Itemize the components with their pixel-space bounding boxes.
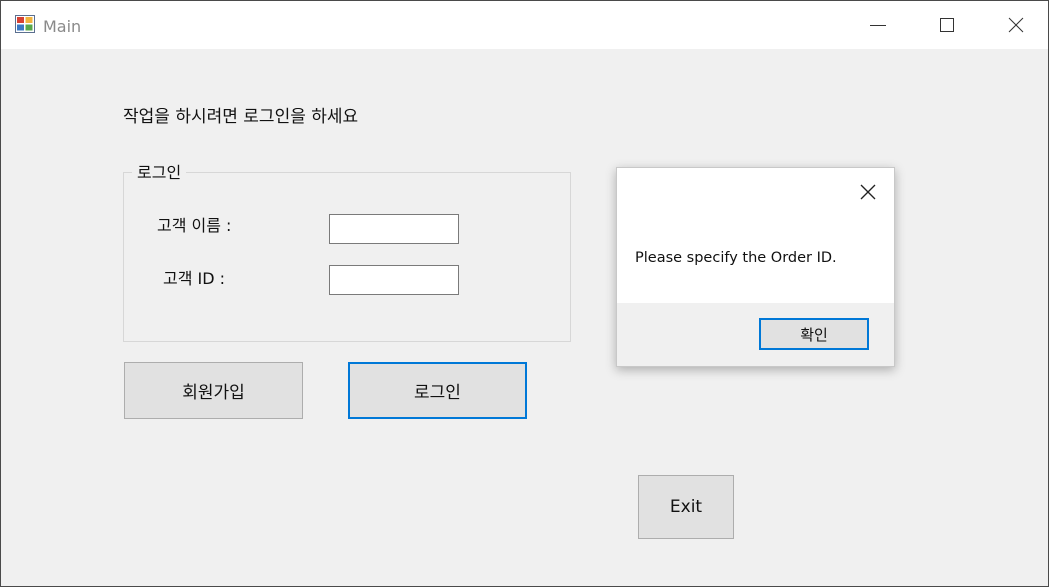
login-groupbox: [123, 172, 571, 342]
exit-button[interactable]: Exit: [638, 475, 734, 539]
main-window: Main 작업을 하시려면 로그인을 하세요 로그인 고객 이름 : 고객 ID…: [0, 0, 1049, 587]
customer-name-input[interactable]: [329, 214, 459, 244]
message-dialog: Please specify the Order ID. 확인: [616, 167, 895, 367]
close-button[interactable]: [981, 1, 1048, 49]
app-icon: [15, 15, 35, 33]
login-group-title: 로그인: [132, 159, 187, 183]
close-icon: [1008, 17, 1024, 33]
minimize-icon: [870, 25, 886, 26]
login-button[interactable]: 로그인: [348, 362, 527, 419]
minimize-button[interactable]: [843, 1, 913, 49]
window-title: Main: [43, 17, 82, 36]
maximize-button[interactable]: [912, 1, 982, 49]
dialog-footer: 확인: [617, 303, 894, 366]
customer-id-label: 고객 ID :: [163, 269, 226, 288]
customer-name-label: 고객 이름 :: [157, 216, 232, 235]
register-button[interactable]: 회원가입: [124, 362, 303, 419]
dialog-close-icon: [860, 184, 876, 200]
dialog-message: Please specify the Order ID.: [635, 250, 837, 266]
maximize-icon: [940, 18, 954, 32]
customer-id-input[interactable]: [329, 265, 459, 295]
instruction-text: 작업을 하시려면 로그인을 하세요: [123, 107, 359, 127]
dialog-close-button[interactable]: [857, 182, 879, 202]
ok-button[interactable]: 확인: [759, 318, 869, 350]
title-bar[interactable]: Main: [1, 1, 1048, 49]
